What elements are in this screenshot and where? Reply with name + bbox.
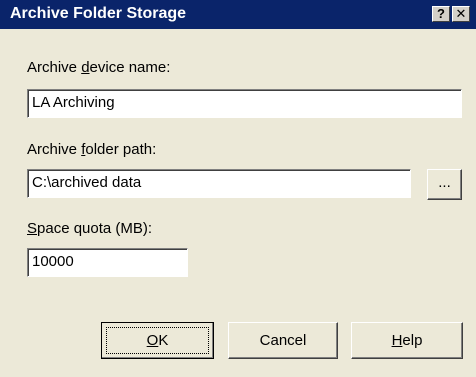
cancel-button[interactable]: Cancel <box>228 322 338 359</box>
device-name-input[interactable]: LA Archiving <box>27 89 462 118</box>
device-name-label: Archive device name: <box>27 59 171 76</box>
archive-folder-storage-dialog: Archive Folder Storage ? ✕ Archive devic… <box>0 0 476 377</box>
close-icon[interactable]: ✕ <box>452 6 470 22</box>
folder-path-input[interactable]: C:\archived data <box>27 169 411 198</box>
help-button[interactable]: Help <box>351 322 463 359</box>
ok-button[interactable]: OK <box>101 322 214 359</box>
space-quota-input[interactable]: 10000 <box>27 248 188 277</box>
window-title: Archive Folder Storage <box>10 5 187 22</box>
help-icon[interactable]: ? <box>432 6 450 22</box>
title-bar[interactable]: Archive Folder Storage ? ✕ <box>0 0 476 29</box>
focus-rect <box>106 327 209 354</box>
folder-path-label: Archive folder path: <box>27 141 157 158</box>
space-quota-label: Space quota (MB): <box>27 220 153 237</box>
browse-button[interactable]: ... <box>427 169 462 200</box>
